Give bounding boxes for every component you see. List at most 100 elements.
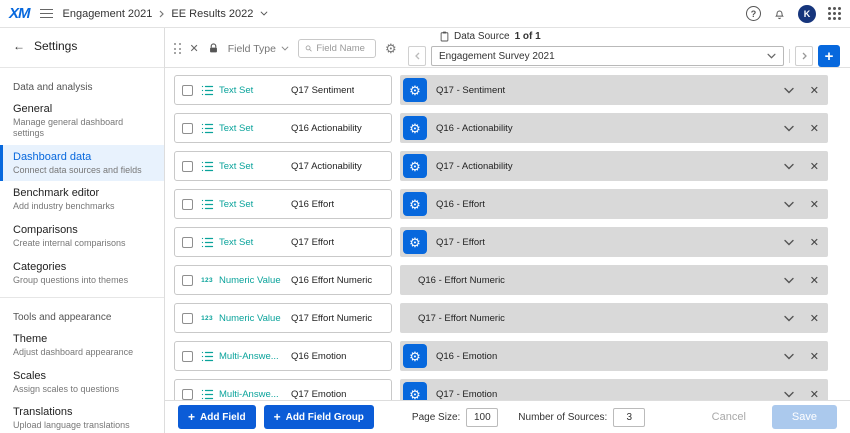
sidebar-item[interactable]: Dashboard data Connect data sources and … bbox=[0, 145, 164, 182]
field-checkbox[interactable] bbox=[182, 123, 193, 134]
remove-field-icon[interactable]: ✕ bbox=[810, 350, 819, 363]
field-checkbox[interactable] bbox=[182, 237, 193, 248]
expand-field-chevron-icon[interactable] bbox=[784, 277, 794, 284]
hamburger-menu-icon[interactable] bbox=[40, 9, 53, 19]
field-type-icon bbox=[200, 237, 214, 248]
field-checkbox[interactable] bbox=[182, 389, 193, 400]
expand-field-chevron-icon[interactable] bbox=[784, 315, 794, 322]
mapped-field-bar[interactable]: ⚙ Q16 - Actionability ✕ bbox=[400, 113, 828, 143]
user-avatar[interactable]: K bbox=[798, 5, 816, 23]
data-source-dropdown[interactable]: Engagement Survey 2021 bbox=[431, 46, 784, 66]
field-settings-icon[interactable]: ⚙ bbox=[385, 42, 397, 55]
mapped-field-bar[interactable]: Q17 - Effort Numeric ✕ bbox=[400, 303, 828, 333]
sidebar-item[interactable]: Comparisons Create internal comparisons bbox=[0, 218, 164, 255]
add-source-button[interactable]: + bbox=[818, 45, 840, 67]
mapped-field-bar[interactable]: ⚙ Q17 - Actionability ✕ bbox=[400, 151, 828, 181]
sidebar-item-subtitle: Add industry benchmarks bbox=[13, 201, 151, 212]
number-of-sources-input[interactable] bbox=[613, 408, 645, 427]
expand-field-chevron-icon[interactable] bbox=[784, 87, 794, 94]
source-field-row[interactable]: Text Set Q17 Actionability bbox=[174, 151, 392, 181]
configure-field-gear-icon[interactable]: ⚙ bbox=[403, 116, 427, 140]
remove-field-icon[interactable]: ✕ bbox=[810, 198, 819, 211]
sidebar-item[interactable]: General Manage general dashboard setting… bbox=[0, 97, 164, 145]
field-checkbox[interactable] bbox=[182, 199, 193, 210]
field-checkbox[interactable] bbox=[182, 275, 193, 286]
expand-field-chevron-icon[interactable] bbox=[784, 163, 794, 170]
drag-handle-icon[interactable] bbox=[174, 43, 181, 54]
source-field-row[interactable]: 123 Numeric Value Q16 Effort Numeric bbox=[174, 265, 392, 295]
chevron-down-icon[interactable] bbox=[260, 11, 268, 16]
add-field-button[interactable]: + Add Field bbox=[178, 405, 256, 429]
page-size-label: Page Size: bbox=[412, 412, 460, 423]
lock-icon[interactable] bbox=[208, 43, 219, 54]
expand-field-chevron-icon[interactable] bbox=[784, 201, 794, 208]
add-field-group-button[interactable]: + Add Field Group bbox=[264, 405, 374, 429]
mapped-field-bar[interactable]: ⚙ Q17 - Sentiment ✕ bbox=[400, 75, 828, 105]
source-field-row[interactable]: Multi-Answe... Q17 Emotion bbox=[174, 379, 392, 400]
source-field-row[interactable]: Text Set Q16 Effort bbox=[174, 189, 392, 219]
source-field-row[interactable]: Text Set Q17 Effort bbox=[174, 227, 392, 257]
source-field-row[interactable]: 123 Numeric Value Q17 Effort Numeric bbox=[174, 303, 392, 333]
plus-icon: + bbox=[274, 411, 281, 423]
sidebar-item[interactable]: Categories Group questions into themes bbox=[0, 255, 164, 292]
expand-field-chevron-icon[interactable] bbox=[784, 353, 794, 360]
configure-field-gear-icon[interactable]: ⚙ bbox=[403, 382, 427, 400]
mapped-field-bar[interactable]: ⚙ Q17 - Emotion ✕ bbox=[400, 379, 828, 400]
save-button[interactable]: Save bbox=[772, 405, 837, 429]
configure-field-gear-icon[interactable]: ⚙ bbox=[403, 230, 427, 254]
sidebar-item[interactable]: Benchmark editor Add industry benchmarks bbox=[0, 181, 164, 218]
sidebar-item-subtitle: Adjust dashboard appearance bbox=[13, 347, 151, 358]
configure-field-gear-icon[interactable]: ⚙ bbox=[403, 78, 427, 102]
remove-field-icon[interactable]: ✕ bbox=[810, 388, 819, 401]
sidebar-item[interactable]: Translations Upload language translation… bbox=[0, 400, 164, 433]
next-source-button[interactable] bbox=[795, 46, 813, 66]
field-type-label: Multi-Answe... bbox=[219, 351, 285, 362]
help-icon[interactable]: ? bbox=[746, 6, 761, 21]
mapped-field-bar[interactable]: ⚙ Q17 - Effort ✕ bbox=[400, 227, 828, 257]
expand-field-chevron-icon[interactable] bbox=[784, 391, 794, 398]
mapped-field-bar[interactable]: ⚙ Q16 - Emotion ✕ bbox=[400, 341, 828, 371]
mapped-field-bar[interactable]: Q16 - Effort Numeric ✕ bbox=[400, 265, 828, 295]
field-checkbox[interactable] bbox=[182, 161, 193, 172]
clear-icon[interactable]: ✕ bbox=[190, 42, 199, 55]
cancel-button[interactable]: Cancel bbox=[712, 411, 746, 423]
sidebar-item-subtitle: Connect data sources and fields bbox=[13, 165, 151, 176]
configure-field-gear-icon[interactable]: ⚙ bbox=[403, 154, 427, 178]
notifications-bell-icon[interactable] bbox=[773, 7, 786, 21]
field-checkbox[interactable] bbox=[182, 313, 193, 324]
source-field-row[interactable]: Text Set Q16 Actionability bbox=[174, 113, 392, 143]
source-field-row[interactable]: Multi-Answe... Q16 Emotion bbox=[174, 341, 392, 371]
remove-field-icon[interactable]: ✕ bbox=[810, 84, 819, 97]
expand-field-chevron-icon[interactable] bbox=[784, 125, 794, 132]
remove-field-icon[interactable]: ✕ bbox=[810, 236, 819, 249]
remove-field-icon[interactable]: ✕ bbox=[810, 122, 819, 135]
expand-field-chevron-icon[interactable] bbox=[784, 239, 794, 246]
configure-field-gear-icon[interactable]: ⚙ bbox=[403, 344, 427, 368]
remove-field-icon[interactable]: ✕ bbox=[810, 312, 819, 325]
breadcrumb-root[interactable]: Engagement 2021 bbox=[63, 8, 153, 20]
text-set-list-icon bbox=[201, 389, 214, 400]
data-source-count: 1 of 1 bbox=[515, 31, 541, 42]
field-name-label: Q17 Emotion bbox=[291, 389, 346, 400]
field-checkbox[interactable] bbox=[182, 351, 193, 362]
page-size-input[interactable] bbox=[466, 408, 498, 427]
text-set-list-icon bbox=[201, 199, 214, 210]
remove-field-icon[interactable]: ✕ bbox=[810, 274, 819, 287]
field-name-label: Q16 Actionability bbox=[291, 123, 362, 134]
configure-field-gear-icon[interactable]: ⚙ bbox=[403, 192, 427, 216]
app-grid-icon[interactable] bbox=[828, 7, 841, 20]
previous-source-button[interactable] bbox=[408, 46, 426, 66]
sidebar-item[interactable]: Scales Assign scales to questions bbox=[0, 364, 164, 401]
source-field-row[interactable]: Text Set Q17 Sentiment bbox=[174, 75, 392, 105]
text-set-list-icon bbox=[201, 351, 214, 362]
breadcrumb-current[interactable]: EE Results 2022 bbox=[171, 8, 253, 20]
remove-field-icon[interactable]: ✕ bbox=[810, 160, 819, 173]
mapped-field-bar[interactable]: ⚙ Q16 - Effort ✕ bbox=[400, 189, 828, 219]
field-checkbox[interactable] bbox=[182, 85, 193, 96]
field-type-dropdown[interactable]: Field Type bbox=[228, 43, 289, 55]
search-input[interactable] bbox=[316, 43, 369, 54]
field-type-icon bbox=[200, 161, 214, 172]
text-set-list-icon bbox=[201, 161, 214, 172]
sidebar-item[interactable]: Theme Adjust dashboard appearance bbox=[0, 327, 164, 364]
back-to-settings[interactable]: ← Settings bbox=[0, 28, 164, 62]
